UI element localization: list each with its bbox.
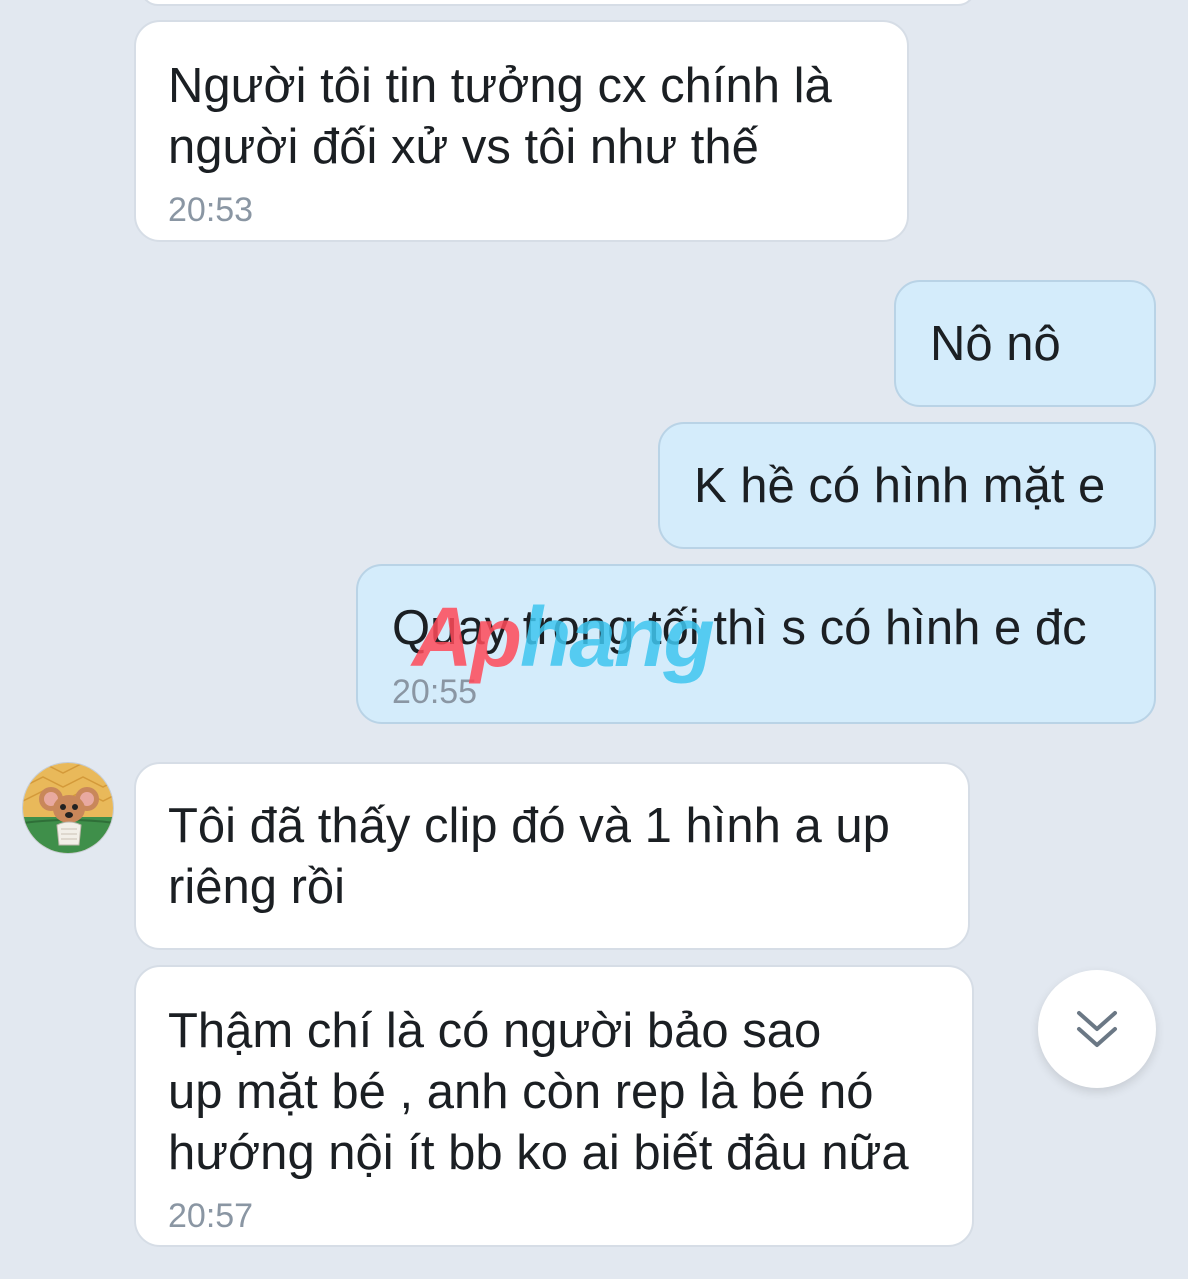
message-bubble-incoming[interactable]: Thậm chí là có người bảo sao up mặt bé ,… bbox=[134, 965, 974, 1247]
message-time: 20:57 bbox=[168, 1197, 254, 1235]
message-time: 20:55 bbox=[392, 673, 478, 711]
message-text-line: Quay trong tối thì s có hình e đc bbox=[392, 601, 1087, 655]
double-chevron-down-icon bbox=[1077, 1011, 1117, 1047]
message-time: 20:53 bbox=[168, 191, 254, 229]
scroll-to-bottom-button[interactable] bbox=[1038, 970, 1156, 1088]
message-bubble-outgoing[interactable]: K hề có hình mặt e bbox=[658, 422, 1156, 549]
message-text-line: Người tôi tin tưởng cx chính là bbox=[168, 59, 832, 113]
message-bubble-incoming[interactable]: Tôi đã thấy clip đó và 1 hình a up riêng… bbox=[134, 762, 970, 950]
message-bubble-outgoing[interactable]: Quay trong tối thì s có hình e đc 20:55 bbox=[356, 564, 1156, 724]
message-text-line: Tôi đã thấy clip đó và 1 hình a up bbox=[168, 799, 890, 853]
sender-avatar[interactable] bbox=[22, 762, 114, 854]
message-text-line: riêng rồi bbox=[168, 860, 346, 914]
message-text-line: up mặt bé , anh còn rep là bé nó bbox=[168, 1065, 874, 1119]
message-text-line: người đối xử vs tôi như thế bbox=[168, 120, 759, 174]
message-text-line: hướng nội ít bb ko ai biết đâu nữa bbox=[168, 1126, 909, 1180]
message-text-line: K hề có hình mặt e bbox=[694, 459, 1106, 513]
message-bubble-incoming[interactable]: Người tôi tin tưởng cx chính là người đố… bbox=[134, 20, 909, 242]
message-text-line: Thậm chí là có người bảo sao bbox=[168, 1004, 822, 1058]
message-text-line: Nô nô bbox=[930, 317, 1061, 371]
previous-message-bubble bbox=[140, 0, 976, 6]
message-bubble-outgoing[interactable]: Nô nô bbox=[894, 280, 1156, 407]
cartoon-mouse-avatar-icon bbox=[23, 763, 113, 853]
